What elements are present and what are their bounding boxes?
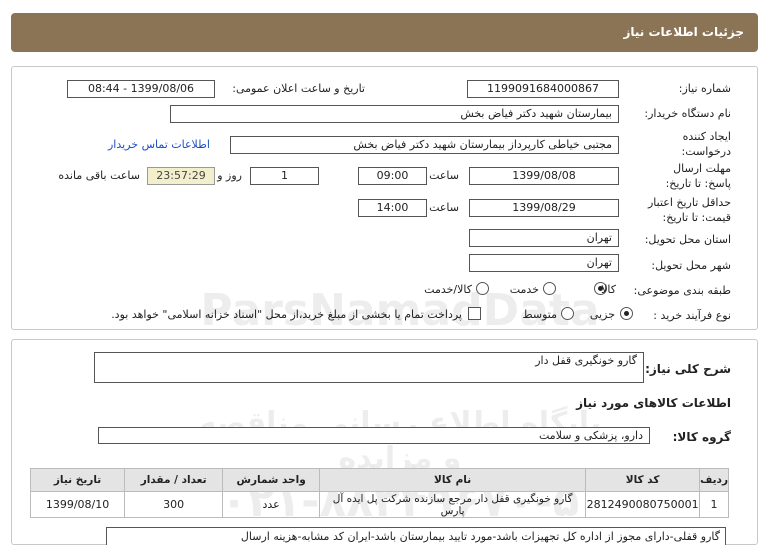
page-title: جزئیات اطلاعات نیاز bbox=[623, 25, 744, 39]
category-option-service: خدمت bbox=[509, 283, 539, 296]
col-unit: واحد شمارش bbox=[222, 468, 321, 492]
process-option-medium: متوسط bbox=[522, 308, 557, 321]
province-label: استان محل تحویل: bbox=[644, 233, 731, 246]
item-quantity: 300 bbox=[124, 491, 224, 518]
col-row-number: ردیف bbox=[699, 468, 729, 492]
deadline-time-field[interactable]: 09:00 bbox=[358, 167, 427, 185]
process-radio-medium[interactable] bbox=[561, 307, 574, 320]
summary-label: شرح کلی نیاز: bbox=[645, 362, 731, 376]
table-row[interactable]: 1 2812490080750001 گارو خونگیری قفل دار … bbox=[29, 491, 729, 518]
validity-label: حداقل تاریخ اعتبار قیمت: تا تاریخ: bbox=[647, 196, 731, 224]
buyer-field[interactable]: بیمارستان شهید دکتر فیاض بخش bbox=[170, 105, 619, 123]
city-field[interactable]: تهران bbox=[469, 254, 619, 272]
item-code: 2812490080750001 bbox=[585, 491, 701, 518]
validity-time-label: ساعت bbox=[429, 201, 459, 214]
days-field[interactable]: 1 bbox=[250, 167, 319, 185]
col-need-date: تاریخ نیاز bbox=[29, 468, 126, 492]
item-description-field[interactable]: گارو قفلی-دارای مجوز از اداره کل تجهیزات… bbox=[106, 527, 726, 545]
category-radio-both[interactable] bbox=[476, 282, 489, 295]
item-need-date: 1399/08/10 bbox=[29, 491, 126, 518]
table-header-row: ردیف کد کالا نام کالا واحد شمارش تعداد /… bbox=[29, 468, 729, 492]
category-label: طبقه بندی موضوعی: bbox=[633, 284, 731, 297]
days-label: روز و bbox=[217, 169, 242, 182]
row-number: 1 bbox=[699, 491, 729, 518]
creator-field[interactable]: مجتبی خیاطی کارپرداز بیمارستان شهید دکتر… bbox=[230, 136, 619, 154]
col-item-name: نام کالا bbox=[319, 468, 587, 492]
province-field[interactable]: تهران bbox=[469, 229, 619, 247]
validity-date-field[interactable]: 1399/08/29 bbox=[469, 199, 619, 217]
deadline-label: مهلت ارسال پاسخ: تا تاریخ: bbox=[665, 162, 731, 190]
buyer-label: نام دستگاه خریدار: bbox=[644, 107, 731, 120]
category-radio-service[interactable] bbox=[543, 282, 556, 295]
need-number-field[interactable]: 1199091684000867 bbox=[467, 80, 619, 98]
item-name: گارو خونگیری قفل دار مرجع سازنده شرکت پل… bbox=[319, 491, 587, 518]
deadline-date-field[interactable]: 1399/08/08 bbox=[469, 167, 619, 185]
payment-note: پرداخت تمام یا بخشی از مبلغ خرید،از محل … bbox=[111, 308, 462, 321]
goods-section-title: اطلاعات کالاهای مورد نیاز bbox=[576, 396, 731, 410]
col-quantity: تعداد / مقدار bbox=[124, 468, 224, 492]
category-option-goods: کالا bbox=[601, 283, 616, 296]
treasury-payment-checkbox[interactable] bbox=[468, 307, 481, 320]
buyer-contact-link[interactable]: اطلاعات تماس خریدار bbox=[108, 138, 210, 151]
creator-label: ایجاد کننده درخواست: bbox=[681, 130, 731, 158]
item-unit: عدد bbox=[222, 491, 321, 518]
city-label: شهر محل تحویل: bbox=[651, 259, 731, 272]
page-header: جزئیات اطلاعات نیاز bbox=[11, 13, 758, 52]
need-number-label: شماره نیاز: bbox=[678, 82, 731, 95]
goods-group-field[interactable]: دارو، پزشکی و سلامت bbox=[98, 427, 650, 444]
announce-label: تاریخ و ساعت اعلان عمومی: bbox=[232, 82, 365, 95]
remaining-label: ساعت باقی مانده bbox=[58, 169, 140, 182]
summary-field[interactable]: گارو خونگیری قفل دار bbox=[94, 352, 644, 383]
announce-field[interactable]: 1399/08/06 - 08:44 bbox=[67, 80, 215, 98]
col-item-code: کد کالا bbox=[585, 468, 701, 492]
process-radio-minor[interactable] bbox=[620, 307, 633, 320]
deadline-time-label: ساعت bbox=[429, 169, 459, 182]
validity-time-field[interactable]: 14:00 bbox=[358, 199, 427, 217]
goods-group-label: گروه کالا: bbox=[672, 430, 731, 444]
process-option-minor: جزیی bbox=[589, 308, 615, 321]
process-label: نوع فرآیند خرید : bbox=[653, 309, 731, 322]
goods-table: ردیف کد کالا نام کالا واحد شمارش تعداد /… bbox=[29, 468, 729, 518]
category-option-both: کالا/خدمت bbox=[424, 283, 472, 296]
countdown-timer: 23:57:29 bbox=[147, 167, 215, 185]
